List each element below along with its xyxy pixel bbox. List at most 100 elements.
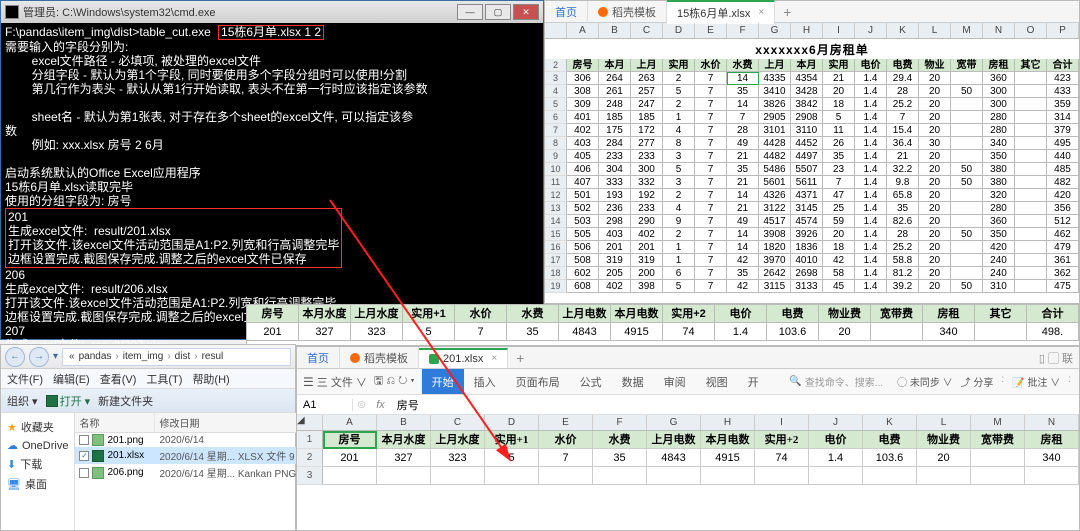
search-box[interactable]: 🔍查找命令、搜索... xyxy=(783,374,889,389)
add-tab-button[interactable]: + xyxy=(508,350,532,366)
menu-view[interactable]: 查看(V) xyxy=(100,371,137,387)
header-cell[interactable]: 本月水度 xyxy=(299,305,351,323)
header-cell[interactable]: 房租 xyxy=(1025,431,1079,449)
header-cell[interactable]: 实用+1 xyxy=(663,59,695,72)
add-tab-button[interactable]: + xyxy=(775,4,799,20)
header-cell[interactable]: 房租 xyxy=(983,59,1015,72)
header-cell[interactable]: 电费 xyxy=(887,59,919,72)
menu-edit[interactable]: 编辑(E) xyxy=(53,371,90,387)
data-cell[interactable]: 4915 xyxy=(611,323,663,341)
ribbon-review[interactable]: 审阅 xyxy=(654,369,696,394)
table-row[interactable]: 18602205200673526422698581.481.220240362 xyxy=(545,267,1079,280)
header-cell[interactable]: 电费 xyxy=(767,305,819,323)
corner[interactable] xyxy=(545,23,567,38)
data-cell[interactable]: 103.6 xyxy=(863,449,917,467)
table-row[interactable]: 9405233233372144824497351.42120350440 xyxy=(545,150,1079,163)
ribbon-layout[interactable]: 页面布局 xyxy=(506,369,570,394)
data-cell[interactable]: 323 xyxy=(351,323,403,341)
data-cell[interactable]: 323 xyxy=(431,449,485,467)
table-row[interactable]: 15505403402271439083926201.4282050350462 xyxy=(545,228,1079,241)
data-cell[interactable]: 20 xyxy=(917,449,971,467)
table-row[interactable]: 17508319319174239704010421.458.820240361 xyxy=(545,254,1079,267)
file-menu[interactable]: ☰三 文件 ∨🖫 ⎌ ↻ ▾ xyxy=(297,369,422,394)
close-button[interactable]: ✕ xyxy=(513,4,539,20)
corner[interactable]: ◢ xyxy=(297,415,323,430)
ribbon-dev[interactable]: 开 xyxy=(738,369,769,394)
open-button[interactable]: 打开 ▾ xyxy=(46,393,91,409)
header-cell[interactable]: 其它 xyxy=(975,305,1027,323)
header-cell[interactable]: 实用+2 xyxy=(755,431,809,449)
header-cell[interactable]: 宽带费 xyxy=(951,59,983,72)
formula-value[interactable]: 房号 xyxy=(391,397,425,413)
header-cell[interactable]: 房号 xyxy=(323,431,377,449)
ribbon-insert[interactable]: 插入 xyxy=(464,369,506,394)
tab-file[interactable]: 201.xlsx× xyxy=(419,348,508,368)
header-cell[interactable]: 上月电数 xyxy=(647,431,701,449)
ribbon-data[interactable]: 数据 xyxy=(612,369,654,394)
minimize-button[interactable]: — xyxy=(457,4,483,20)
data-cell[interactable] xyxy=(975,323,1027,341)
header-cell[interactable]: 物业费 xyxy=(917,431,971,449)
header-cell[interactable]: 房号 xyxy=(247,305,299,323)
data-cell[interactable]: 4843 xyxy=(559,323,611,341)
data-cell[interactable] xyxy=(871,323,923,341)
data-cell[interactable]: 20 xyxy=(819,323,871,341)
data-cell[interactable]: 498. xyxy=(1027,323,1079,341)
header-cell[interactable]: 合计 xyxy=(1027,305,1079,323)
favorites-node[interactable]: ★收藏夹 xyxy=(3,417,72,437)
menu-help[interactable]: 帮助(H) xyxy=(192,371,229,387)
tree-onedrive[interactable]: ☁OneDrive xyxy=(3,437,72,454)
header-cell[interactable]: 本月水度 xyxy=(599,59,631,72)
header-cell[interactable]: 本月电数 xyxy=(611,305,663,323)
header-cell[interactable]: 水价 xyxy=(455,305,507,323)
data-grid[interactable]: 2房号本月水度上月水度实用+1水价水费上月电数本月电数实用+2电价电费物业费宽带… xyxy=(545,59,1079,293)
menu-tools[interactable]: 工具(T) xyxy=(146,371,182,387)
table-row[interactable]: 1140733333237215601561171.49.82050380482 xyxy=(545,176,1079,189)
sync-button[interactable]: ◯ 未同步 ∨ xyxy=(897,374,953,389)
back-button[interactable]: ← xyxy=(5,347,25,367)
checkbox[interactable] xyxy=(79,435,89,445)
header-cell[interactable]: 实用+2 xyxy=(663,305,715,323)
header-cell[interactable]: 合计 xyxy=(1047,59,1079,72)
header-cell[interactable]: 上月水度 xyxy=(431,431,485,449)
header-cell[interactable]: 本月电数 xyxy=(791,59,823,72)
tab-home[interactable]: 首页 xyxy=(545,1,588,23)
table-row[interactable]: 4308261257573534103428201.4282050300433 xyxy=(545,85,1079,98)
up-button[interactable]: ▾ xyxy=(53,351,58,362)
data-cell[interactable]: 7 xyxy=(455,323,507,341)
tab-template[interactable]: 稻壳模板 xyxy=(588,1,667,23)
share-button[interactable]: ⤴ 分享 xyxy=(961,374,994,389)
table-row[interactable]: 64011851851772905290851.4720280314 xyxy=(545,111,1079,124)
data-cell[interactable]: 4915 xyxy=(701,449,755,467)
data-cell[interactable]: 74 xyxy=(663,323,715,341)
header-cell[interactable]: 电价 xyxy=(855,59,887,72)
header-cell[interactable]: 其它 xyxy=(1015,59,1047,72)
header-cell[interactable]: 水价 xyxy=(695,59,727,72)
checkbox[interactable]: ✓ xyxy=(79,451,89,461)
checkbox[interactable] xyxy=(79,468,89,478)
tab-file[interactable]: 15栋6月单.xlsx× xyxy=(667,0,775,24)
header-cell[interactable]: 水费 xyxy=(727,59,759,72)
header-cell[interactable]: 电费 xyxy=(863,431,917,449)
breadcrumb[interactable]: «pandas›item_img›dist›resul xyxy=(62,348,291,366)
table-row[interactable]: 5309248247271438263842181.425.220300359 xyxy=(545,98,1079,111)
table-row[interactable]: 10406304300573554865507231.432.220503804… xyxy=(545,163,1079,176)
data-cell[interactable]: 327 xyxy=(377,449,431,467)
header-cell[interactable]: 上月电数 xyxy=(559,305,611,323)
table-row[interactable]: 8403284277874944284452261.436.430340495 xyxy=(545,137,1079,150)
header-cell[interactable]: 实用+1 xyxy=(403,305,455,323)
header-cell[interactable]: 上月电数 xyxy=(759,59,791,72)
table-row[interactable]: 12501193192271443264371471.465.820320420 xyxy=(545,189,1079,202)
data-cell[interactable]: 340 xyxy=(923,323,975,341)
table-row[interactable]: 16506201201171418201836181.425.220420479 xyxy=(545,241,1079,254)
table-row[interactable]: 14503298290974945174574591.482.620360512 xyxy=(545,215,1079,228)
header-cell[interactable]: 本月电数 xyxy=(701,431,755,449)
header-cell[interactable]: 电价 xyxy=(715,305,767,323)
name-box[interactable]: A1 xyxy=(297,399,353,411)
header-cell[interactable]: 房租 xyxy=(923,305,975,323)
menu-file[interactable]: 文件(F) xyxy=(7,371,43,387)
data-cell[interactable]: 74 xyxy=(755,449,809,467)
header-cell[interactable]: 电价 xyxy=(809,431,863,449)
data-cell[interactable]: 5 xyxy=(403,323,455,341)
tree-desktop[interactable]: 🖥桌面 xyxy=(3,474,72,494)
